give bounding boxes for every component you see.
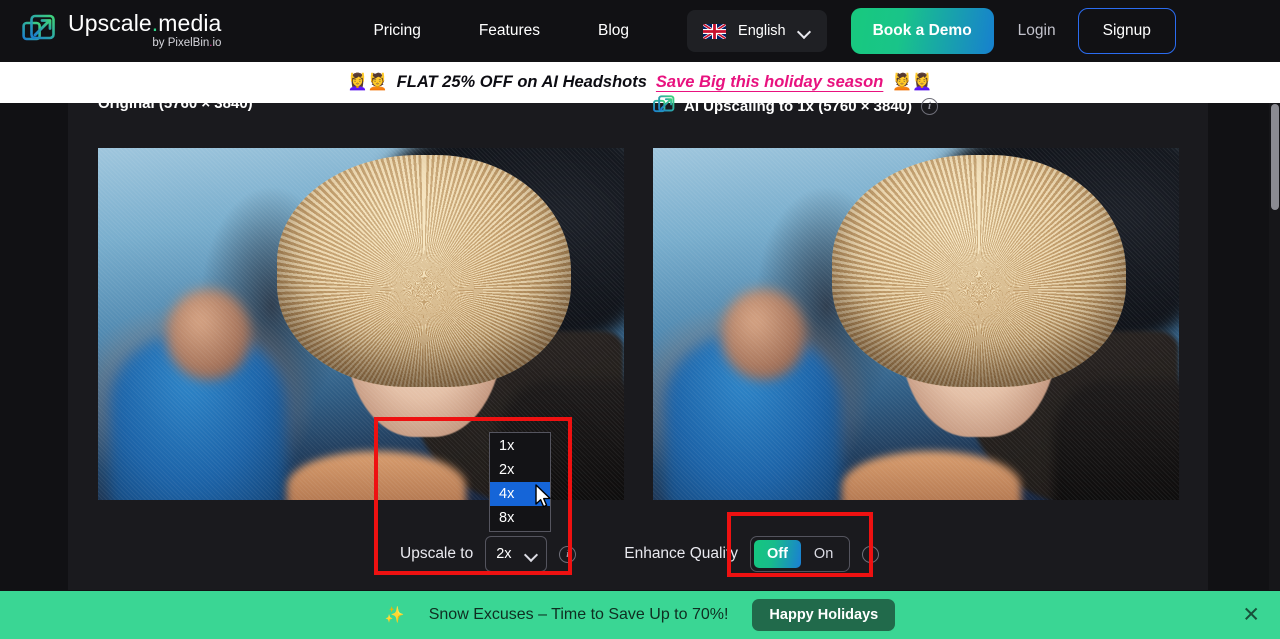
- upscaled-panel-title: AI Upscaling to 1x (5760 × 3840): [684, 97, 913, 115]
- comparison-stage: Original (5760 × 3840) AI Upscaling to 1…: [68, 95, 1208, 590]
- upscale-factor-value: 2x: [496, 546, 512, 562]
- uk-flag-icon: [703, 23, 727, 39]
- chevron-down-icon: [525, 550, 537, 558]
- dropdown-option-1x[interactable]: 1x: [490, 434, 550, 458]
- brand-subtitle: by PixelBin.io: [152, 37, 222, 50]
- brand-logo-link[interactable]: Upscale.media by PixelBin.io: [22, 12, 221, 50]
- close-x-icon[interactable]: ✕: [1242, 605, 1260, 626]
- info-circle-icon[interactable]: i: [862, 545, 880, 563]
- dropdown-option-4x[interactable]: 4x: [490, 482, 550, 506]
- brand-text: Upscale.media by PixelBin.io: [68, 12, 221, 50]
- nav-item-blog[interactable]: Blog: [598, 22, 629, 40]
- upscaled-panel-header: AI Upscaling to 1x (5760 × 3840) i: [653, 95, 939, 117]
- enhance-quality-group: Enhance Quality Off On i: [624, 536, 880, 572]
- enhance-quality-off-option[interactable]: Off: [753, 540, 801, 568]
- upscale-control-group: Upscale to 2x i: [400, 536, 577, 572]
- holiday-promo-text: Snow Excuses – Time to Save Up to 70%!: [428, 606, 729, 623]
- enhance-quality-toggle[interactable]: Off On: [749, 536, 851, 572]
- headshot-emoji-left: 💆‍♀️💆: [347, 73, 388, 91]
- nav-item-features[interactable]: Features: [479, 22, 540, 40]
- promo-banner-text: FLAT 25% OFF on AI Headshots: [396, 73, 647, 91]
- info-circle-icon[interactable]: i: [921, 97, 939, 115]
- original-panel-title: Original (5760 × 3840): [98, 95, 253, 112]
- promo-banner-link[interactable]: Save Big this holiday season: [656, 73, 883, 92]
- upscaled-image: [653, 148, 1179, 500]
- upscale-factor-dropdown-list[interactable]: 1x 2x 4x 8x: [489, 432, 551, 532]
- upscale-factor-select[interactable]: 2x: [485, 536, 548, 572]
- happy-holidays-button[interactable]: Happy Holidays: [752, 599, 896, 631]
- dropdown-option-2x[interactable]: 2x: [490, 458, 550, 482]
- info-circle-icon[interactable]: i: [559, 545, 577, 563]
- upscale-to-label: Upscale to: [400, 545, 474, 562]
- main-navigation: Pricing Features Blog: [373, 22, 629, 40]
- login-link[interactable]: Login: [1018, 22, 1056, 40]
- sparkle-emoji-icon: ✨: [384, 607, 405, 624]
- book-a-demo-button[interactable]: Book a Demo: [850, 8, 994, 54]
- language-label: English: [738, 23, 786, 39]
- enhance-quality-label: Enhance Quality: [624, 545, 738, 562]
- nav-item-pricing[interactable]: Pricing: [373, 22, 420, 40]
- upscale-arrow-logo-icon: [653, 95, 675, 117]
- site-header: Upscale.media by PixelBin.io Pricing Fea…: [0, 0, 1280, 62]
- upscale-arrow-logo-icon: [22, 14, 56, 48]
- page-root: Upscale.media by PixelBin.io Pricing Fea…: [0, 0, 1280, 639]
- dropdown-option-8x[interactable]: 8x: [490, 506, 550, 530]
- headshot-emoji-right: 💆💆‍♀️: [892, 73, 933, 91]
- original-panel-header: Original (5760 × 3840): [98, 95, 253, 112]
- enhance-quality-on-option[interactable]: On: [801, 540, 846, 568]
- holiday-promo-bar: ✨ Snow Excuses – Time to Save Up to 70%!…: [0, 591, 1280, 639]
- language-selector[interactable]: English: [687, 10, 827, 52]
- controls-row: Upscale to 2x i Enhance Quality Off On i: [68, 528, 1208, 580]
- chevron-down-icon: [798, 27, 811, 35]
- scrollbar-thumb[interactable]: [1271, 104, 1279, 210]
- signup-button[interactable]: Signup: [1077, 8, 1176, 54]
- brand-title: Upscale.media: [68, 10, 222, 37]
